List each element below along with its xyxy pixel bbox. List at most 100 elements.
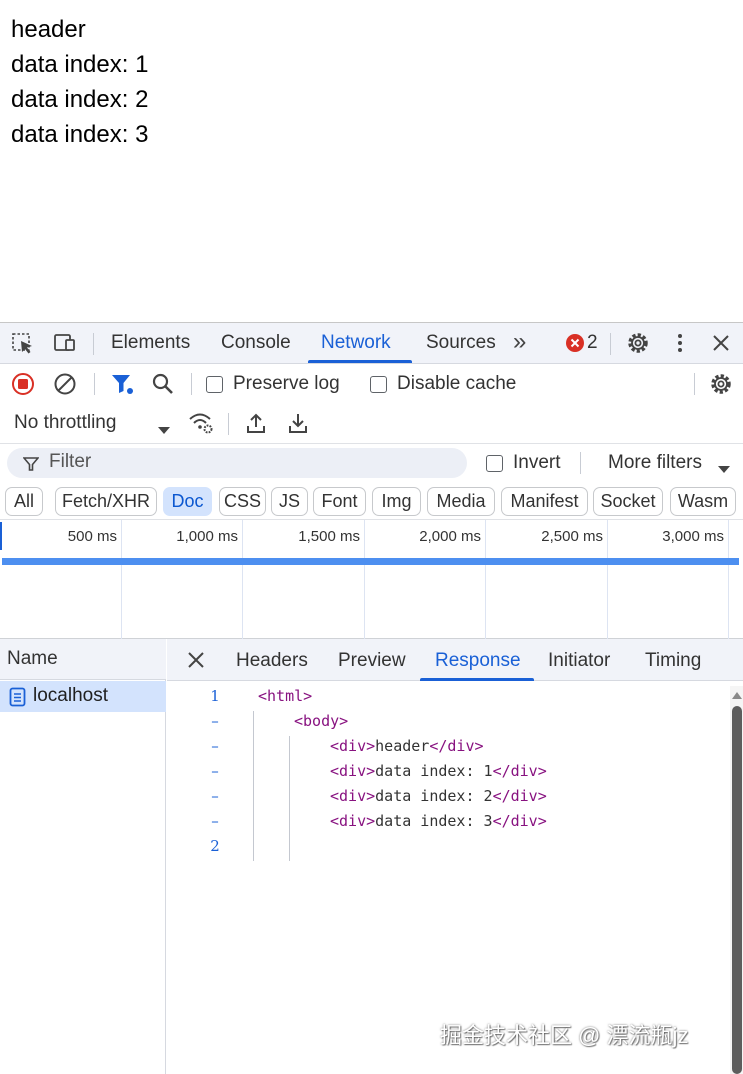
close-details-icon[interactable] bbox=[187, 651, 205, 675]
separator bbox=[191, 373, 192, 395]
more-filters-dropdown[interactable]: More filters bbox=[608, 452, 702, 474]
timeline-gridline bbox=[121, 520, 122, 639]
type-filter-fetch-xhr[interactable]: Fetch/XHR bbox=[55, 487, 157, 516]
close-icon[interactable] bbox=[708, 331, 734, 355]
filter-input[interactable]: Filter bbox=[7, 448, 467, 478]
invert-label: Invert bbox=[513, 452, 561, 473]
type-filter-wasm[interactable]: Wasm bbox=[670, 487, 736, 516]
chevron-down-icon[interactable] bbox=[717, 459, 731, 481]
preserve-log-checkbox[interactable] bbox=[206, 376, 223, 393]
request-row[interactable]: localhost bbox=[0, 681, 166, 712]
disable-cache-checkbox[interactable] bbox=[370, 376, 387, 393]
page-data-line-2: data index: 2 bbox=[11, 86, 149, 113]
rendered-page: header data index: 1 data index: 2 data … bbox=[0, 0, 743, 322]
more-tabs-icon[interactable]: » bbox=[513, 328, 526, 356]
devtools-tabbar: Elements Console Network Sources » 2 bbox=[0, 323, 743, 364]
fold-marker[interactable]: – bbox=[207, 787, 223, 805]
resource-type-filters: All Fetch/XHR Doc CSS JS Font Img Media … bbox=[0, 482, 743, 520]
timeline-tick-label: 1,000 ms bbox=[176, 528, 238, 545]
tab-preview[interactable]: Preview bbox=[338, 650, 406, 672]
type-filter-css[interactable]: CSS bbox=[219, 487, 266, 516]
disable-cache-label: Disable cache bbox=[397, 373, 517, 394]
div-close-tag: </div> bbox=[429, 737, 484, 755]
type-filter-media[interactable]: Media bbox=[427, 487, 495, 516]
watermark: 掘金技术社区 @ 漂流瓶jz bbox=[440, 1023, 689, 1048]
code-text: data index: 1 bbox=[375, 762, 493, 780]
invert-checkbox[interactable] bbox=[486, 455, 503, 472]
timeline-tick-label: 1,500 ms bbox=[298, 528, 360, 545]
timeline-gridline bbox=[364, 520, 365, 639]
type-filter-manifest[interactable]: Manifest bbox=[501, 487, 588, 516]
request-details: Headers Preview Response Initiator Timin… bbox=[167, 639, 743, 1074]
separator bbox=[94, 373, 95, 395]
settings-gear-icon[interactable] bbox=[625, 331, 651, 355]
error-count[interactable]: 2 bbox=[587, 332, 598, 354]
network-toolbar-secondary: No throttling bbox=[0, 404, 743, 444]
tab-console[interactable]: Console bbox=[221, 332, 291, 354]
timeline-request-bar bbox=[2, 558, 739, 565]
code-line: <div>data index: 1</div> bbox=[330, 762, 547, 780]
device-toolbar-icon[interactable] bbox=[51, 331, 77, 355]
fold-marker[interactable]: – bbox=[207, 737, 223, 755]
scroll-up-arrow-icon[interactable] bbox=[731, 687, 743, 705]
div-close-tag: </div> bbox=[492, 762, 547, 780]
div-open-tag: <div> bbox=[330, 812, 376, 830]
separator bbox=[610, 333, 611, 355]
throttling-select[interactable]: No throttling bbox=[14, 412, 116, 434]
chevron-down-icon[interactable] bbox=[157, 420, 171, 442]
type-filter-img[interactable]: Img bbox=[372, 487, 421, 516]
error-icon[interactable] bbox=[566, 334, 584, 352]
network-settings-icon[interactable] bbox=[708, 372, 734, 396]
name-column-label: Name bbox=[7, 648, 58, 669]
code-text: header bbox=[375, 737, 430, 755]
code-line: <html> bbox=[258, 687, 312, 705]
code-text: data index: 3 bbox=[375, 812, 493, 830]
tab-timing[interactable]: Timing bbox=[645, 650, 701, 672]
clear-icon[interactable] bbox=[52, 372, 78, 396]
type-filter-js[interactable]: JS bbox=[271, 487, 308, 516]
tab-sources[interactable]: Sources bbox=[426, 332, 496, 354]
body-open-tag: <body> bbox=[294, 712, 349, 730]
timeline-start-marker bbox=[0, 522, 2, 550]
export-har-icon[interactable] bbox=[286, 411, 312, 435]
filter-funnel-icon[interactable] bbox=[109, 372, 135, 396]
fold-marker[interactable]: – bbox=[207, 812, 223, 830]
line-number: 1 bbox=[210, 687, 220, 705]
type-filter-font[interactable]: Font bbox=[313, 487, 366, 516]
tab-headers[interactable]: Headers bbox=[236, 650, 308, 672]
more-options-icon[interactable] bbox=[667, 331, 693, 355]
tab-network[interactable]: Network bbox=[321, 332, 391, 354]
line-number: 2 bbox=[210, 837, 220, 855]
fold-marker[interactable]: – bbox=[207, 762, 223, 780]
timeline-overview[interactable]: 500 ms 1,000 ms 1,500 ms 2,000 ms 2,500 … bbox=[0, 520, 743, 639]
import-har-icon[interactable] bbox=[244, 411, 270, 435]
search-icon[interactable] bbox=[150, 372, 176, 396]
indent-guide bbox=[253, 711, 254, 861]
timeline-tick-label: 3,000 ms bbox=[662, 528, 724, 545]
div-open-tag: <div> bbox=[330, 762, 376, 780]
inspect-element-icon[interactable] bbox=[10, 331, 36, 355]
funnel-icon bbox=[22, 456, 40, 478]
tab-response[interactable]: Response bbox=[435, 650, 521, 672]
div-open-tag: <div> bbox=[330, 787, 376, 805]
tab-initiator[interactable]: Initiator bbox=[548, 650, 610, 672]
page-data-line-3: data index: 3 bbox=[11, 121, 149, 148]
fold-marker[interactable]: – bbox=[207, 712, 223, 730]
response-scrollbar-thumb[interactable] bbox=[732, 706, 742, 1074]
network-conditions-icon[interactable] bbox=[188, 411, 214, 435]
type-filter-all[interactable]: All bbox=[5, 487, 43, 516]
type-filter-socket[interactable]: Socket bbox=[593, 487, 663, 516]
name-column-header[interactable]: Name bbox=[0, 639, 166, 680]
tab-elements[interactable]: Elements bbox=[111, 332, 190, 354]
code-line: <div>data index: 3</div> bbox=[330, 812, 547, 830]
separator bbox=[580, 452, 581, 474]
timeline-tick-label: 2,500 ms bbox=[541, 528, 603, 545]
timeline-gridline bbox=[242, 520, 243, 639]
filter-row: Filter Invert More filters bbox=[0, 444, 743, 482]
div-close-tag: </div> bbox=[492, 812, 547, 830]
page-data-line-1: data index: 1 bbox=[11, 51, 149, 78]
response-code-viewer[interactable]: 1 – – – – – 2 <html> <body> <div>header<… bbox=[167, 681, 730, 1074]
type-filter-doc[interactable]: Doc bbox=[163, 487, 212, 516]
stop-recording-icon[interactable] bbox=[10, 372, 36, 396]
code-line: <div>header</div> bbox=[330, 737, 484, 755]
